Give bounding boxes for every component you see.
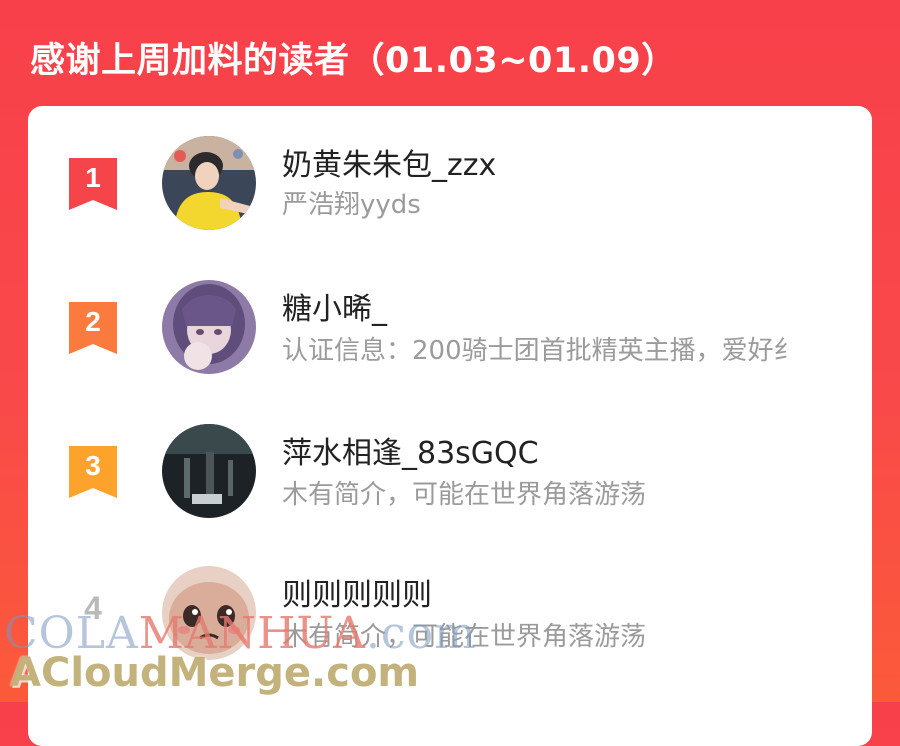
rank-badge-1: 1 bbox=[69, 158, 117, 210]
avatar-yellow-shirt-icon[interactable] bbox=[162, 136, 256, 230]
reader-name[interactable]: 萍水相逢_83sGQC bbox=[282, 428, 539, 472]
reader-bio: 认证信息：200骑士团首批精英主播，爱好纟 bbox=[282, 336, 800, 366]
watermark-acloudmerge: ACloudMerge.com bbox=[10, 650, 420, 696]
rank-number: 2 bbox=[85, 306, 101, 337]
list-item-reader-3[interactable]: 3 萍水相逢_83sGQC 木有简介，可能在世界角落游荡 bbox=[28, 410, 872, 540]
page-title: 感谢上周加料的读者（01.03~01.09） bbox=[30, 41, 677, 81]
rank-badge-2: 2 bbox=[69, 302, 117, 354]
reader-name[interactable]: 奶黄朱朱包_zzx bbox=[282, 140, 496, 184]
rank-number: 1 bbox=[85, 162, 101, 193]
rank-number: 3 bbox=[85, 450, 101, 481]
list-item-reader-2[interactable]: 2 糖小晞_ 认证信息：200骑士团首批精英主播，爱好纟 bbox=[28, 268, 872, 398]
reader-name[interactable]: 糖小晞_ bbox=[282, 284, 387, 328]
avatar-anime-girl-icon[interactable] bbox=[162, 280, 256, 374]
reader-bio: 严浩翔yyds bbox=[282, 190, 421, 220]
list-item-reader-1[interactable]: 1 奶黄朱朱包_zzx 严浩翔yyds bbox=[28, 126, 872, 256]
reader-bio: 木有简介，可能在世界角落游荡 bbox=[282, 480, 647, 510]
rank-badge-3: 3 bbox=[69, 446, 117, 498]
avatar-dark-photo-icon[interactable] bbox=[162, 424, 256, 518]
